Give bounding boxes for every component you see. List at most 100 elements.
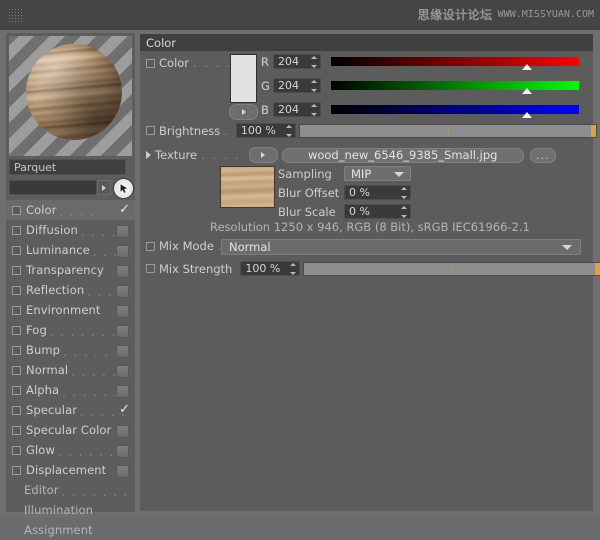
channel-item-specular-color[interactable]: Specular Color: [6, 420, 135, 440]
channel-item-transparency[interactable]: Transparency: [6, 260, 135, 280]
channel-checkbox-icon[interactable]: [12, 405, 21, 415]
channel-toggle-box[interactable]: [116, 465, 129, 478]
b-slider-handle[interactable]: [522, 112, 532, 118]
b-value-input[interactable]: 204: [273, 102, 321, 117]
channel-item-displacement[interactable]: Displacement: [6, 460, 135, 480]
material-preview[interactable]: [9, 36, 132, 156]
texture-filename-field[interactable]: wood_new_6546_9385_Small.jpg: [281, 147, 524, 163]
channel-checkbox-icon[interactable]: [12, 245, 21, 255]
channel-checkbox-icon[interactable]: [12, 265, 21, 275]
mix-strength-value-input[interactable]: 100 %: [240, 261, 301, 276]
g-value-input[interactable]: 204: [273, 78, 321, 93]
channel-enabled-check-icon[interactable]: ✓: [119, 402, 130, 418]
channel-checkbox-icon[interactable]: [12, 385, 21, 395]
channel-item-reflection[interactable]: Reflection . . . .: [6, 280, 135, 300]
channel-item-specular[interactable]: Specular . . . . . ✓: [6, 400, 135, 420]
channel-item-bump[interactable]: Bump . . . . . . .: [6, 340, 135, 360]
sampling-row: Sampling MIP: [278, 166, 411, 181]
search-dropdown-button[interactable]: [97, 180, 111, 195]
channel-checkbox-icon[interactable]: [12, 465, 21, 475]
properties-panel: Color Color . . . . R 204 G 204 B 204 Br…: [139, 33, 600, 512]
channel-toggle-box[interactable]: [116, 245, 129, 258]
texture-menu-button[interactable]: [248, 147, 278, 163]
g-slider-handle[interactable]: [522, 88, 532, 94]
r-value-input[interactable]: 204: [273, 54, 321, 69]
color-swatch[interactable]: [230, 54, 257, 103]
blur-offset-input[interactable]: 0 %: [344, 185, 411, 200]
blur-scale-input[interactable]: 0 %: [344, 204, 411, 219]
g-stepper[interactable]: [310, 80, 318, 92]
blur-scale-label: Blur Scale: [278, 204, 336, 219]
blur-scale-stepper[interactable]: [400, 206, 408, 218]
channel-item-normal[interactable]: Normal . . . . .: [6, 360, 135, 380]
channel-checkbox-icon[interactable]: [12, 285, 21, 295]
channel-toggle-box[interactable]: [116, 225, 129, 238]
blur-offset-stepper[interactable]: [400, 187, 408, 199]
b-stepper[interactable]: [310, 104, 318, 116]
brightness-slider[interactable]: [298, 123, 597, 138]
mix-strength-slider[interactable]: [303, 261, 600, 276]
channel-item-fog[interactable]: Fog . . . . . . .: [6, 320, 135, 340]
pick-cursor-icon[interactable]: [113, 178, 134, 199]
mix-strength-stepper[interactable]: [289, 263, 297, 275]
channel-toggle-box[interactable]: [116, 285, 129, 298]
channel-item-alpha[interactable]: Alpha . . . . . . .: [6, 380, 135, 400]
channel-checkbox-icon[interactable]: [12, 305, 21, 315]
texture-dots: . . . .: [201, 148, 241, 162]
blur-scale-row: Blur Scale 0 %: [278, 204, 411, 219]
channel-toggle-box[interactable]: [116, 305, 129, 318]
window-titlebar: 思缘设计论坛 WWW.MISSYUAN.COM: [0, 0, 600, 30]
page-item-illumination[interactable]: Illumination: [6, 500, 135, 520]
channel-checkbox-icon[interactable]: [12, 345, 21, 355]
watermark-cn-text: 思缘设计论坛: [417, 8, 493, 22]
mix-strength-slider-handle[interactable]: [595, 262, 600, 275]
channel-toggle-box[interactable]: [116, 385, 129, 398]
channel-item-environment[interactable]: Environment: [6, 300, 135, 320]
channel-label: Specular: [26, 403, 78, 417]
mix-mode-checkbox-icon[interactable]: [146, 241, 155, 251]
channel-toggle-box[interactable]: [116, 365, 129, 378]
channel-checkbox-icon[interactable]: [12, 205, 21, 215]
channel-item-diffusion[interactable]: Diffusion . . . . .: [6, 220, 135, 240]
channel-checkbox-icon[interactable]: [12, 365, 21, 375]
channel-toggle-box[interactable]: [116, 445, 129, 458]
brightness-checkbox-icon[interactable]: [146, 126, 155, 135]
channel-item-luminance[interactable]: Luminance . . .: [6, 240, 135, 260]
b-gradient-bar: [331, 105, 579, 114]
sampling-select[interactable]: MIP: [344, 166, 411, 181]
material-name-field[interactable]: Parquet: [9, 159, 126, 175]
channel-toggle-box[interactable]: [116, 425, 129, 438]
channel-item-color[interactable]: Color . . . . ✓: [6, 200, 135, 220]
r-slider[interactable]: [331, 57, 579, 70]
channel-checkbox-icon[interactable]: [12, 445, 21, 455]
channel-label: Normal: [26, 363, 69, 377]
brightness-stepper[interactable]: [285, 125, 293, 137]
mix-mode-select[interactable]: Normal: [221, 239, 581, 255]
channel-toggle-box[interactable]: [116, 325, 129, 338]
color-checkbox-icon[interactable]: [146, 58, 155, 68]
brightness-slider-handle[interactable]: [590, 124, 596, 137]
channel-toggle-box[interactable]: [116, 265, 129, 278]
texture-thumbnail[interactable]: [220, 166, 275, 208]
channel-checkbox-icon[interactable]: [12, 425, 21, 435]
texture-browse-button[interactable]: ...: [529, 147, 556, 163]
b-slider[interactable]: [331, 105, 579, 118]
cursor-arrow-icon: [117, 182, 130, 195]
channel-checkbox-icon[interactable]: [12, 225, 21, 235]
search-input[interactable]: [9, 180, 97, 195]
color-expand-button[interactable]: [229, 104, 258, 120]
channel-item-glow[interactable]: Glow . . . . . . .: [6, 440, 135, 460]
page-item-editor[interactable]: Editor . . . . . . .: [6, 480, 135, 500]
r-slider-handle[interactable]: [522, 64, 532, 70]
g-slider[interactable]: [331, 81, 579, 94]
channel-enabled-check-icon[interactable]: ✓: [119, 202, 130, 218]
r-stepper[interactable]: [310, 56, 318, 68]
mix-strength-checkbox-icon[interactable]: [146, 264, 155, 273]
channel-letter-b: B: [261, 102, 269, 117]
texture-expand-triangle-icon[interactable]: [146, 151, 151, 159]
page-item-assignment[interactable]: Assignment: [6, 520, 135, 540]
drag-grip-icon[interactable]: [8, 8, 24, 22]
channel-toggle-box[interactable]: [116, 345, 129, 358]
brightness-value-input[interactable]: 100 %: [235, 123, 296, 138]
channel-checkbox-icon[interactable]: [12, 325, 21, 335]
